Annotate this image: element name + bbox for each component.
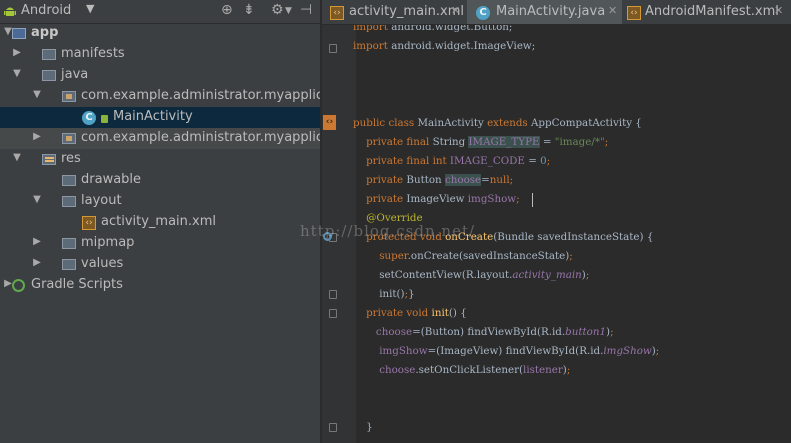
collapsed-arrow-icon[interactable]: ▶ xyxy=(11,47,23,58)
expanded-arrow-icon[interactable]: ▼ xyxy=(11,152,23,163)
tree-item-label: manifests xyxy=(61,46,125,61)
expanded-arrow-icon[interactable]: ▼ xyxy=(11,68,23,79)
code-line[interactable]: private void init() { xyxy=(353,304,467,323)
tree-item-label: layout xyxy=(81,193,122,208)
expanded-arrow-icon[interactable]: ▼ xyxy=(31,89,43,100)
fold-marker[interactable] xyxy=(329,309,337,318)
code-line[interactable]: private final int IMAGE_CODE = 0; xyxy=(353,152,550,171)
folder-icon xyxy=(42,68,58,82)
collapsed-arrow-icon[interactable]: ▶ xyxy=(31,131,43,142)
tree-item-label: MainActivity xyxy=(113,109,193,124)
code-line[interactable]: private ImageView imgShow; xyxy=(353,190,520,209)
hide-panel-icon[interactable]: ⊣ xyxy=(300,2,312,18)
tree-item-label: drawable xyxy=(81,172,142,187)
folder-icon xyxy=(42,47,58,61)
tree-item-app[interactable]: ▼ app xyxy=(0,23,320,44)
project-toolbar: Android ▼ ⊕ ⇟ ⚙ ▼ ⊣ xyxy=(0,0,320,24)
code-line[interactable]: } xyxy=(353,418,373,437)
code-line[interactable]: private final String IMAGE_TYPE = "image… xyxy=(353,133,608,152)
tab-label: activity_main.xml xyxy=(349,4,465,19)
lock-icon xyxy=(101,110,109,124)
settings-dropdown-icon[interactable]: ▼ xyxy=(285,6,292,16)
dropdown-arrow-icon[interactable]: ▼ xyxy=(86,2,94,15)
folder-icon xyxy=(62,236,78,250)
code-line[interactable]: init();} xyxy=(353,285,414,304)
tree-item-values[interactable]: ▶ values xyxy=(0,254,320,275)
import-statement: android.widget.ImageView; xyxy=(391,40,536,52)
class-gutter-icon[interactable]: ‹› xyxy=(323,115,336,130)
tree-item-label: activity_main.xml xyxy=(101,214,217,229)
code-line[interactable]: import android.widget.Button; xyxy=(353,25,512,37)
tree-item-mainactivity[interactable]: C MainActivity xyxy=(0,107,320,128)
tree-item-activity-main-xml[interactable]: ‹› activity_main.xml xyxy=(0,212,320,233)
class-icon: C xyxy=(476,6,490,20)
tree-item-drawable[interactable]: drawable xyxy=(0,170,320,191)
tab-label: AndroidManifest.xml xyxy=(645,4,779,19)
folder-icon xyxy=(62,257,78,271)
fold-marker[interactable] xyxy=(329,44,337,53)
tree-item-java[interactable]: ▼ java xyxy=(0,65,320,86)
tab-androidmanifest-xml[interactable]: ‹› AndroidManifest.xml ✕ xyxy=(624,0,791,24)
xml-file-icon: ‹› xyxy=(82,215,98,230)
tree-item-res[interactable]: ▼ res xyxy=(0,149,320,170)
collapse-icon[interactable]: ⇟ xyxy=(243,2,255,18)
tree-item-label: res xyxy=(61,151,81,166)
close-icon[interactable]: ✕ xyxy=(774,4,783,17)
expanded-arrow-icon[interactable]: ▼ xyxy=(31,194,43,205)
tree-item-layout[interactable]: ▼ layout xyxy=(0,191,320,212)
tab-label: MainActivity.java xyxy=(496,4,606,19)
folder-icon xyxy=(62,173,78,187)
xml-file-icon: ‹› xyxy=(330,6,344,20)
android-icon xyxy=(4,7,16,16)
package-icon xyxy=(62,89,78,103)
project-panel: Android ▼ ⊕ ⇟ ⚙ ▼ ⊣ ▼ app ▶ manifests ▼ java ▼… xyxy=(0,0,364,443)
code-line[interactable]: choose=(Button) findViewById(R.id.button… xyxy=(353,323,614,342)
module-folder-icon xyxy=(12,26,28,40)
tree-item-label: java xyxy=(61,67,89,82)
code-line[interactable]: import android.widget.ImageView; xyxy=(353,37,535,56)
import-statement: android.widget.Button; xyxy=(391,25,513,33)
gradle-icon xyxy=(12,278,28,292)
tree-item-label: Gradle Scripts xyxy=(31,277,123,292)
code-line[interactable]: public class MainActivity extends AppCom… xyxy=(353,114,642,133)
watermark: http://blog.csdn.net/ xyxy=(300,222,476,240)
settings-icon[interactable]: ⚙ xyxy=(271,2,284,18)
target-icon[interactable]: ⊕ xyxy=(221,2,233,18)
code-line[interactable]: setContentView(R.layout.activity_main); xyxy=(353,266,589,285)
tree-item-label: app xyxy=(31,25,59,40)
code-line[interactable]: private Button choose=null; xyxy=(353,171,513,190)
editor-tabs: ‹› activity_main.xml ✕ C MainActivity.ja… xyxy=(322,0,791,25)
tree-item-com-example-administrator-myapplication1[interactable]: ▼ com.example.administrator.myapplication… xyxy=(0,86,364,107)
class-icon: C xyxy=(82,110,98,125)
xml-file-icon: ‹› xyxy=(627,6,641,20)
res-folder-icon xyxy=(42,152,58,166)
tab-activity-main-xml[interactable]: ‹› activity_main.xml ✕ xyxy=(322,0,465,24)
code-line[interactable]: choose.setOnClickListener(listener); xyxy=(353,361,570,380)
package-icon xyxy=(62,131,78,145)
code-line[interactable]: super.onCreate(savedInstanceState); xyxy=(353,247,573,266)
tree-item-label: mipmap xyxy=(81,235,135,250)
folder-icon xyxy=(62,194,78,208)
fold-marker[interactable] xyxy=(329,290,337,299)
tree-item-com-example-administrator-myapplication1[interactable]: ▶ com.example.administrator.myapplication… xyxy=(0,128,364,149)
close-icon[interactable]: ✕ xyxy=(608,4,617,17)
collapsed-arrow-icon[interactable]: ▶ xyxy=(31,236,43,247)
tree-item-mipmap[interactable]: ▶ mipmap xyxy=(0,233,320,254)
tree-item-label: values xyxy=(81,256,124,271)
tree-item-gradle-scripts[interactable]: ▶ Gradle Scripts xyxy=(0,275,320,296)
collapsed-arrow-icon[interactable]: ▶ xyxy=(31,257,43,268)
text-cursor xyxy=(532,193,533,207)
project-view-selector[interactable]: Android xyxy=(21,3,71,18)
tree-item-manifests[interactable]: ▶ manifests xyxy=(0,44,320,65)
fold-marker[interactable] xyxy=(329,423,337,432)
close-icon[interactable]: ✕ xyxy=(451,4,460,17)
tab-mainactivity-java[interactable]: C MainActivity.java ✕ xyxy=(467,0,622,24)
code-line[interactable]: imgShow=(ImageView) findViewById(R.id.im… xyxy=(353,342,659,361)
